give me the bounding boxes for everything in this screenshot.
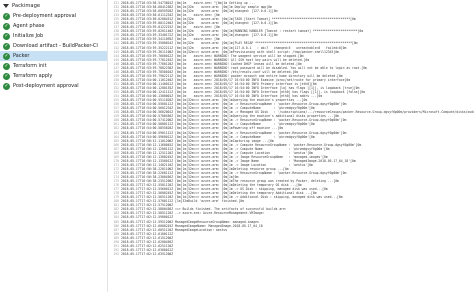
success-check-icon: ✓ <box>3 12 10 20</box>
step-label: Terraform apply <box>13 73 53 79</box>
success-check-icon: ✓ <box>3 52 10 60</box>
step-label: Packer <box>13 53 30 59</box>
step-label: Pre-deployment approval <box>13 13 77 19</box>
success-check-icon: ✓ <box>3 72 10 80</box>
step-item[interactable]: ✓ Pre-deployment approval <box>0 11 107 21</box>
step-item[interactable]: ✓ Post-deployment approval <box>0 81 107 91</box>
step-label: Agent phase <box>13 23 45 29</box>
success-check-icon: ✓ <box>3 82 10 90</box>
log-lines: 131 2018-05-17T16:53:58.5473801Z [0m[1m a… <box>110 1 474 256</box>
stage-title: Packimage <box>12 2 41 9</box>
line-number: 193 <box>113 251 119 256</box>
step-item[interactable]: ✓ Initialize Job <box>0 31 107 41</box>
success-check-icon: ✓ <box>3 62 10 70</box>
log-line: 193 2018-05-17T17:02:12.6351200Z <box>110 252 474 256</box>
step-item[interactable]: ✓ Terraform apply <box>0 71 107 81</box>
success-check-icon: ✓ <box>3 32 10 40</box>
stage-header[interactable]: Packimage <box>0 0 107 11</box>
collapse-chevron-icon[interactable] <box>3 3 9 8</box>
step-label: Initialize Job <box>13 33 44 39</box>
step-label: Download artifact - BuildPacker-CI <box>13 43 98 49</box>
step-label: Post-deployment approval <box>13 83 79 89</box>
step-list: ✓ Pre-deployment approval ✓ Agent phase ✓ Ini… <box>0 11 107 91</box>
step-item[interactable]: ✓ Agent phase <box>0 21 107 31</box>
step-item[interactable]: ✓ Packer <box>0 51 107 61</box>
log-text: 2018-05-17T17:02:12.6351200Z <box>121 251 176 256</box>
log-viewer[interactable]: 131 2018-05-17T16:53:58.5473801Z [0m[1m a… <box>110 1 474 292</box>
sidebar: Packimage ✓ Pre-deployment approval ✓ Agent… <box>0 0 108 292</box>
success-check-icon: ✓ <box>3 22 10 30</box>
step-item[interactable]: ✓ Download artifact - BuildPacker-CI <box>0 41 107 51</box>
success-check-icon: ✓ <box>3 42 10 50</box>
step-label: Terraform init <box>13 63 47 69</box>
step-item[interactable]: ✓ Terraform init <box>0 61 107 71</box>
